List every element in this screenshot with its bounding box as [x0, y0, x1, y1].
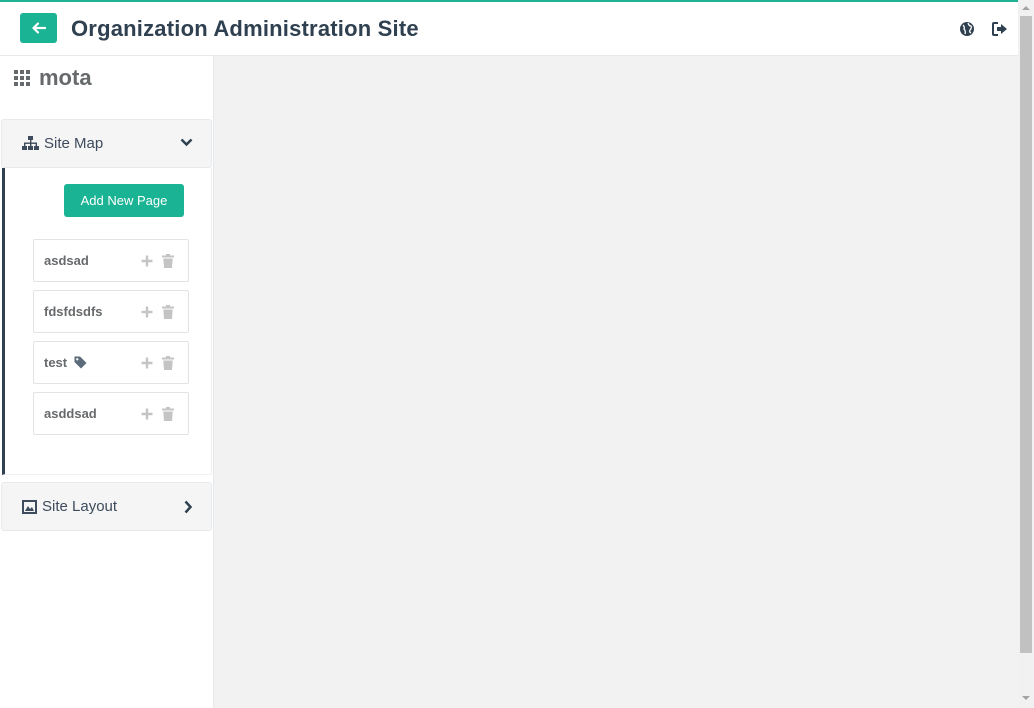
page-name: asdsad: [44, 253, 89, 268]
brand-name: mota: [39, 65, 92, 90]
plus-icon[interactable]: [140, 305, 154, 319]
chevron-right-icon: [184, 500, 193, 514]
scrollbar-thumb[interactable]: [1020, 16, 1032, 653]
main-content-area: [214, 56, 1018, 708]
grid-icon: [14, 69, 30, 86]
site-map-panel-header[interactable]: Site Map: [1, 119, 212, 168]
tag-icon: [74, 356, 87, 369]
page-item-asdsad[interactable]: asdsad: [33, 239, 189, 282]
plus-icon[interactable]: [140, 356, 154, 370]
arrow-left-icon: [31, 22, 46, 34]
site-map-label: Site Map: [44, 135, 104, 152]
page-name: test: [44, 355, 68, 370]
globe-icon[interactable]: [958, 20, 976, 38]
page-item-fdsfdsdfs[interactable]: fdsfdsdfs: [33, 290, 189, 333]
trash-icon[interactable]: [161, 407, 175, 421]
plus-icon[interactable]: [140, 407, 154, 421]
trash-icon[interactable]: [161, 254, 175, 268]
add-new-page-button[interactable]: Add New Page: [64, 184, 184, 217]
plus-icon[interactable]: [140, 254, 154, 268]
site-layout-label: Site Layout: [42, 498, 118, 515]
page-title: Organization Administration Site: [71, 16, 419, 41]
back-button[interactable]: [20, 13, 57, 43]
vertical-scrollbar[interactable]: [1018, 0, 1034, 708]
trash-icon[interactable]: [161, 305, 175, 319]
sign-out-icon[interactable]: [990, 20, 1008, 38]
page-item-test[interactable]: test: [33, 341, 189, 384]
scroll-up-icon[interactable]: [1022, 4, 1030, 12]
page-name: asddsad: [44, 406, 97, 421]
top-bar: Organization Administration Site: [0, 0, 1018, 56]
site-map-panel-body: Add New Page asdsad fdsfdsdfs test asdds…: [2, 168, 212, 475]
site-layout-panel-header[interactable]: Site Layout: [1, 482, 212, 531]
chevron-down-icon: [180, 138, 193, 147]
trash-icon[interactable]: [161, 356, 175, 370]
layout-icon: [22, 499, 37, 514]
page-item-asddsad[interactable]: asddsad: [33, 392, 189, 435]
sitemap-icon: [22, 136, 39, 150]
page-name: fdsfdsdfs: [44, 304, 103, 319]
brand: mota: [14, 65, 92, 91]
sidebar: mota Site Map Add New Page asdsad fdsfds…: [0, 56, 214, 708]
scroll-down-icon[interactable]: [1022, 694, 1030, 702]
